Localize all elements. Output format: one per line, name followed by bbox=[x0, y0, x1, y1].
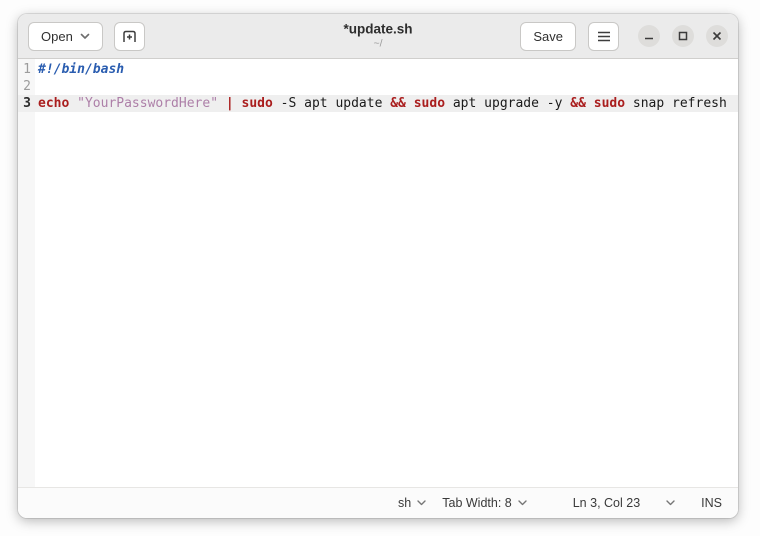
status-bar: sh Tab Width: 8 Ln 3, Col 23 INS bbox=[18, 487, 738, 518]
code-token: -S apt update bbox=[273, 96, 390, 111]
code-token: echo bbox=[38, 96, 69, 111]
code-line[interactable]: 3echo "YourPasswordHere" | sudo -S apt u… bbox=[18, 95, 738, 112]
hamburger-menu-icon bbox=[597, 31, 611, 42]
save-button-label: Save bbox=[533, 29, 563, 44]
code-token: sudo bbox=[242, 96, 273, 111]
header-bar: Open *update.sh ~/ Save bbox=[18, 14, 738, 59]
minimize-button[interactable] bbox=[638, 25, 660, 47]
code-line[interactable]: 2 bbox=[18, 78, 738, 95]
cursor-position-label: Ln 3, Col 23 bbox=[573, 496, 640, 510]
close-icon bbox=[712, 31, 722, 41]
open-button[interactable]: Open bbox=[28, 22, 103, 51]
text-editor-window: Open *update.sh ~/ Save bbox=[18, 14, 738, 518]
line-number: 1 bbox=[18, 61, 35, 78]
line-number: 2 bbox=[18, 78, 35, 95]
code-line-text: echo "YourPasswordHere" | sudo -S apt up… bbox=[35, 95, 727, 112]
code-token: "YourPasswordHere" bbox=[77, 96, 218, 111]
language-label: sh bbox=[398, 496, 411, 510]
code-area[interactable]: 1#!/bin/bash23echo "YourPasswordHere" | … bbox=[18, 59, 738, 487]
window-title-block: *update.sh ~/ bbox=[343, 22, 412, 49]
chevron-down-icon bbox=[80, 33, 90, 40]
code-token bbox=[234, 96, 242, 111]
line-number: 3 bbox=[18, 95, 35, 112]
open-button-label: Open bbox=[41, 29, 73, 44]
insert-mode-label: INS bbox=[701, 496, 722, 510]
maximize-icon bbox=[678, 31, 688, 41]
goto-line-dropdown[interactable] bbox=[666, 500, 675, 506]
code-token: sudo bbox=[594, 96, 625, 111]
code-token: && bbox=[390, 96, 406, 111]
minimize-icon bbox=[644, 31, 654, 41]
code-token: && bbox=[570, 96, 586, 111]
insert-mode-toggle[interactable]: INS bbox=[701, 496, 722, 510]
code-line-text bbox=[35, 78, 38, 95]
tab-width-selector[interactable]: Tab Width: 8 bbox=[442, 496, 526, 510]
cursor-position-button[interactable]: Ln 3, Col 23 bbox=[573, 496, 640, 510]
document-title: *update.sh bbox=[343, 22, 412, 37]
window-controls bbox=[638, 25, 728, 47]
code-token: snap refresh bbox=[625, 96, 727, 111]
code-token bbox=[69, 96, 77, 111]
code-token: | bbox=[226, 96, 234, 111]
code-token bbox=[586, 96, 594, 111]
code-token: apt upgrade -y bbox=[445, 96, 570, 111]
maximize-button[interactable] bbox=[672, 25, 694, 47]
chevron-down-icon bbox=[666, 500, 675, 506]
code-line[interactable]: 1#!/bin/bash bbox=[18, 61, 738, 78]
code-token bbox=[218, 96, 226, 111]
language-selector[interactable]: sh bbox=[398, 496, 426, 510]
close-button[interactable] bbox=[706, 25, 728, 47]
chevron-down-icon bbox=[518, 500, 527, 506]
new-tab-icon bbox=[122, 30, 137, 43]
main-menu-button[interactable] bbox=[588, 22, 619, 51]
tab-width-label: Tab Width: 8 bbox=[442, 496, 511, 510]
code-line-text: #!/bin/bash bbox=[35, 61, 124, 78]
save-button[interactable]: Save bbox=[520, 22, 576, 51]
code-token: #!/bin/bash bbox=[38, 62, 124, 77]
code-token bbox=[406, 96, 414, 111]
chevron-down-icon bbox=[417, 500, 426, 506]
document-path: ~/ bbox=[343, 38, 412, 50]
new-tab-button[interactable] bbox=[114, 22, 145, 51]
code-token: sudo bbox=[414, 96, 445, 111]
